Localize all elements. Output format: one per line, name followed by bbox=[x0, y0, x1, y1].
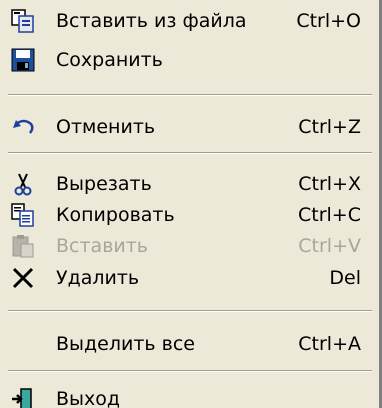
menu-item-shortcut: Del bbox=[329, 267, 361, 289]
scissors-icon bbox=[10, 171, 36, 197]
menu-separator bbox=[8, 310, 372, 312]
menu-item-label: Сохранить bbox=[56, 49, 163, 71]
context-menu: Вставить из файла Ctrl+O Сохранить Отмен… bbox=[0, 0, 382, 408]
menu-item-insert-from-file[interactable]: Вставить из файла Ctrl+O bbox=[0, 2, 379, 42]
delete-x-icon bbox=[10, 265, 36, 291]
menu-item-exit[interactable]: Выход bbox=[0, 380, 379, 408]
menu-item-shortcut: Ctrl+C bbox=[298, 204, 361, 226]
menu-item-shortcut: Ctrl+O bbox=[296, 10, 361, 32]
menu-item-label: Вставить из файла bbox=[56, 10, 247, 32]
menu-item-label: Копировать bbox=[56, 204, 175, 226]
menu-item-shortcut: Ctrl+Z bbox=[298, 116, 361, 138]
menu-item-label: Удалить bbox=[56, 267, 140, 289]
insert-from-file-icon bbox=[10, 8, 36, 34]
copy-icon bbox=[10, 202, 36, 228]
menu-item-undo[interactable]: Отменить Ctrl+Z bbox=[0, 108, 379, 148]
menu-item-shortcut: Ctrl+X bbox=[298, 173, 361, 195]
menu-item-delete[interactable]: Удалить Del bbox=[0, 259, 379, 299]
menu-item-label: Выделить все bbox=[56, 333, 195, 355]
menu-item-label: Отменить bbox=[56, 116, 156, 138]
menu-item-save[interactable]: Сохранить bbox=[0, 41, 379, 81]
menu-separator bbox=[8, 94, 372, 96]
menu-item-label: Вставить bbox=[56, 235, 149, 257]
menu-item-shortcut: Ctrl+V bbox=[298, 235, 361, 257]
menu-item-label: Вырезать bbox=[56, 173, 152, 195]
menu-item-select-all[interactable]: Выделить все Ctrl+A bbox=[0, 325, 379, 365]
menu-item-shortcut: Ctrl+A bbox=[298, 333, 361, 355]
paste-icon bbox=[10, 233, 36, 259]
exit-door-icon bbox=[10, 386, 36, 408]
undo-icon bbox=[10, 114, 36, 140]
menu-separator bbox=[8, 152, 372, 154]
save-floppy-icon bbox=[10, 47, 36, 73]
menu-separator bbox=[8, 370, 372, 372]
menu-item-label: Выход bbox=[56, 388, 121, 408]
